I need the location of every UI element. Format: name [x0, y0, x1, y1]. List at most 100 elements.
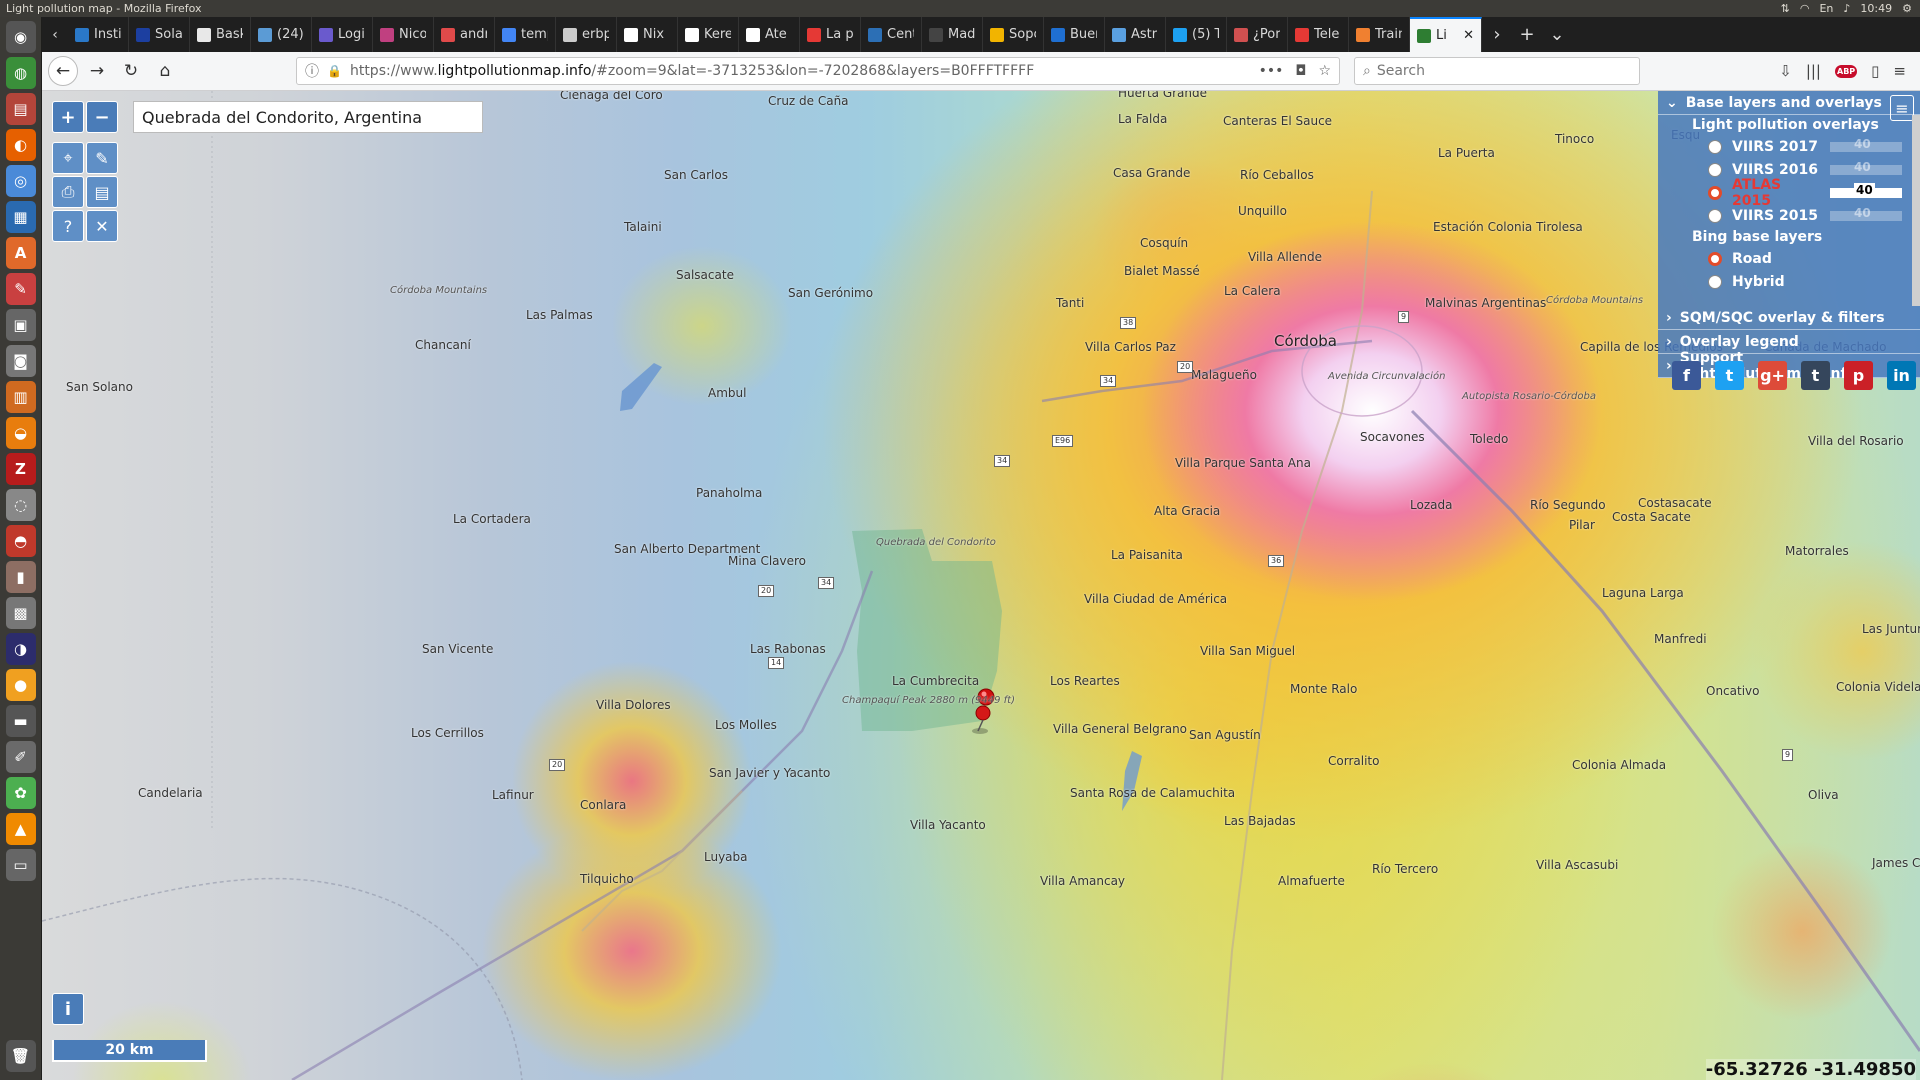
library-icon[interactable]: ▮ [5, 561, 36, 593]
base-layers-header[interactable]: ⌄ Base layers and overlays [1658, 91, 1920, 115]
browser-tab[interactable]: (24) [251, 17, 312, 52]
facebook-icon[interactable]: f [1672, 361, 1701, 390]
home-button[interactable]: ⌂ [150, 56, 180, 86]
browser-tab[interactable]: La p [800, 17, 861, 52]
overlay-option[interactable]: VIIRS 2015 40 [1658, 204, 1912, 227]
overlay-radio[interactable] [1708, 208, 1722, 223]
search-input[interactable]: ⌕ Search [1354, 57, 1640, 85]
zoom-out-button[interactable]: − [86, 101, 118, 133]
writer-icon[interactable]: ▦ [5, 201, 36, 233]
bing-option[interactable]: Road [1658, 247, 1912, 270]
reload-button[interactable]: ↻ [116, 56, 146, 86]
opacity-slider[interactable]: 40 [1830, 160, 1902, 175]
tabs-scroll-right-icon[interactable]: › [1482, 17, 1512, 52]
browser-tab[interactable]: Astr [1105, 17, 1166, 52]
browser-tab[interactable]: temp [495, 17, 556, 52]
twitter-icon[interactable]: t [1715, 361, 1744, 390]
opacity-slider[interactable]: 40 [1830, 137, 1902, 152]
sidebar-icon[interactable]: ▯ [1871, 62, 1879, 80]
drive-icon[interactable]: ▭ [5, 849, 36, 881]
bookmark-star-icon[interactable]: ☆ [1318, 63, 1331, 79]
browser-tab[interactable]: andr [434, 17, 495, 52]
locate-me-icon[interactable]: ⌖ [52, 142, 84, 174]
browser-tab[interactable]: Mad [922, 17, 983, 52]
bing-radio[interactable] [1708, 274, 1722, 289]
print-icon[interactable]: ⎙ [52, 176, 84, 208]
pocket-icon[interactable]: ◘ [1295, 63, 1306, 79]
wifi-icon[interactable]: ◠ [1800, 2, 1810, 15]
firefox-icon[interactable]: ◐ [5, 129, 36, 161]
files-app-icon[interactable]: ▤ [5, 93, 36, 125]
celestia-icon[interactable]: ● [5, 669, 36, 701]
browser-tab[interactable]: (5) T [1166, 17, 1227, 52]
overlay-radio[interactable] [1708, 162, 1722, 177]
browser-tab[interactable]: Sopc [983, 17, 1044, 52]
close-tab-icon[interactable]: ✕ [1463, 28, 1474, 43]
browser-tab[interactable]: Buer [1044, 17, 1105, 52]
software-center-icon[interactable]: A [5, 237, 36, 269]
dash-icon[interactable]: ◉ [5, 21, 36, 53]
layer-list[interactable]: Light pollution overlays VIIRS 2017 40 VII… [1658, 115, 1920, 306]
info-button[interactable]: i [52, 993, 84, 1025]
overlay-radio[interactable] [1708, 185, 1722, 200]
browser-tab[interactable]: Nico [373, 17, 434, 52]
opacity-value[interactable]: 40 [1854, 137, 1871, 151]
overlay-radio[interactable] [1708, 139, 1722, 154]
place-search-input[interactable]: Quebrada del Condorito, Argentina [133, 101, 483, 133]
active-tab[interactable]: Li ✕ [1410, 17, 1482, 52]
zoom-in-button[interactable]: + [52, 101, 84, 133]
settings-gear-icon[interactable]: ⚙ [1902, 2, 1912, 15]
opacity-slider[interactable]: 40 [1830, 206, 1902, 221]
linkedin-icon[interactable]: in [1887, 361, 1916, 390]
layer-list-scrollbar[interactable] [1912, 145, 1920, 235]
browser-tab[interactable]: Tele [1288, 17, 1349, 52]
browser-tab[interactable]: Ate [739, 17, 800, 52]
library-icon[interactable]: ||| [1806, 62, 1821, 80]
blender-icon[interactable]: ◒ [5, 417, 36, 449]
browser-tab[interactable]: Train [1349, 17, 1410, 52]
archive-icon[interactable]: ▥ [5, 381, 36, 413]
new-tab-icon[interactable]: + [1512, 17, 1542, 52]
opacity-slider[interactable]: 40 [1830, 182, 1902, 198]
url-bar[interactable]: ⓘ 🔒 https://www.lightpollutionmap.info/#… [296, 57, 1340, 85]
tools-icon[interactable]: ✎ [5, 273, 36, 305]
browser-tab[interactable]: Logi [312, 17, 373, 52]
photos-icon[interactable]: ✿ [5, 777, 36, 809]
overlay-option[interactable]: ATLAS 2015 40 [1658, 177, 1912, 209]
browser-tab[interactable]: Kere [678, 17, 739, 52]
camera-icon[interactable]: ◙ [5, 345, 36, 377]
chart-icon[interactable]: ▤ [86, 176, 118, 208]
network-icon[interactable]: ⇅ [1781, 2, 1790, 15]
app-red-icon[interactable]: ◓ [5, 525, 36, 557]
downloads-icon[interactable]: ⇩ [1779, 62, 1792, 80]
bing-option[interactable]: Hybrid [1658, 270, 1912, 293]
keyboard-icon[interactable]: En [1819, 2, 1833, 15]
bing-radio[interactable] [1708, 251, 1722, 266]
video-editor-icon[interactable]: ▬ [5, 705, 36, 737]
map-canvas[interactable]: Cienaga del Coro Cruz de Caña Huerta Grand… [42, 91, 1920, 1080]
browser-tab[interactable]: erbp [556, 17, 617, 52]
disk-icon[interactable]: ◌ [5, 489, 36, 521]
browser-tab[interactable]: Sola [129, 17, 190, 52]
panel-section-header[interactable]: › SQM/SQC overlay & filters [1658, 306, 1920, 330]
hamburger-menu-icon[interactable]: ≡ [1893, 62, 1906, 80]
calculator-icon[interactable]: ▩ [5, 597, 36, 629]
back-button[interactable]: ← [48, 56, 78, 86]
browser-tab[interactable]: Cent [861, 17, 922, 52]
browser-tab[interactable]: ¿Por [1227, 17, 1288, 52]
trash-icon[interactable]: 🗑 [5, 1040, 36, 1072]
help-icon[interactable]: ? [52, 210, 84, 242]
volume-icon[interactable]: ♪ [1843, 2, 1850, 15]
browser-tab[interactable]: Nix [617, 17, 678, 52]
globe-app-icon[interactable]: ◍ [5, 57, 36, 89]
lock-icon[interactable]: 🔒 [327, 64, 342, 78]
opacity-value[interactable]: 40 [1854, 182, 1875, 197]
filezilla-icon[interactable]: Z [5, 453, 36, 485]
tumblr-icon[interactable]: t [1801, 361, 1830, 390]
tabs-scroll-left-icon[interactable]: ‹ [42, 17, 68, 52]
tools-icon[interactable]: ✕ [86, 210, 118, 242]
vlc-icon[interactable]: ▲ [5, 813, 36, 845]
info-icon[interactable]: ⓘ [305, 61, 319, 81]
pinterest-icon[interactable]: p [1844, 361, 1873, 390]
measure-ruler-icon[interactable]: ✎ [86, 142, 118, 174]
